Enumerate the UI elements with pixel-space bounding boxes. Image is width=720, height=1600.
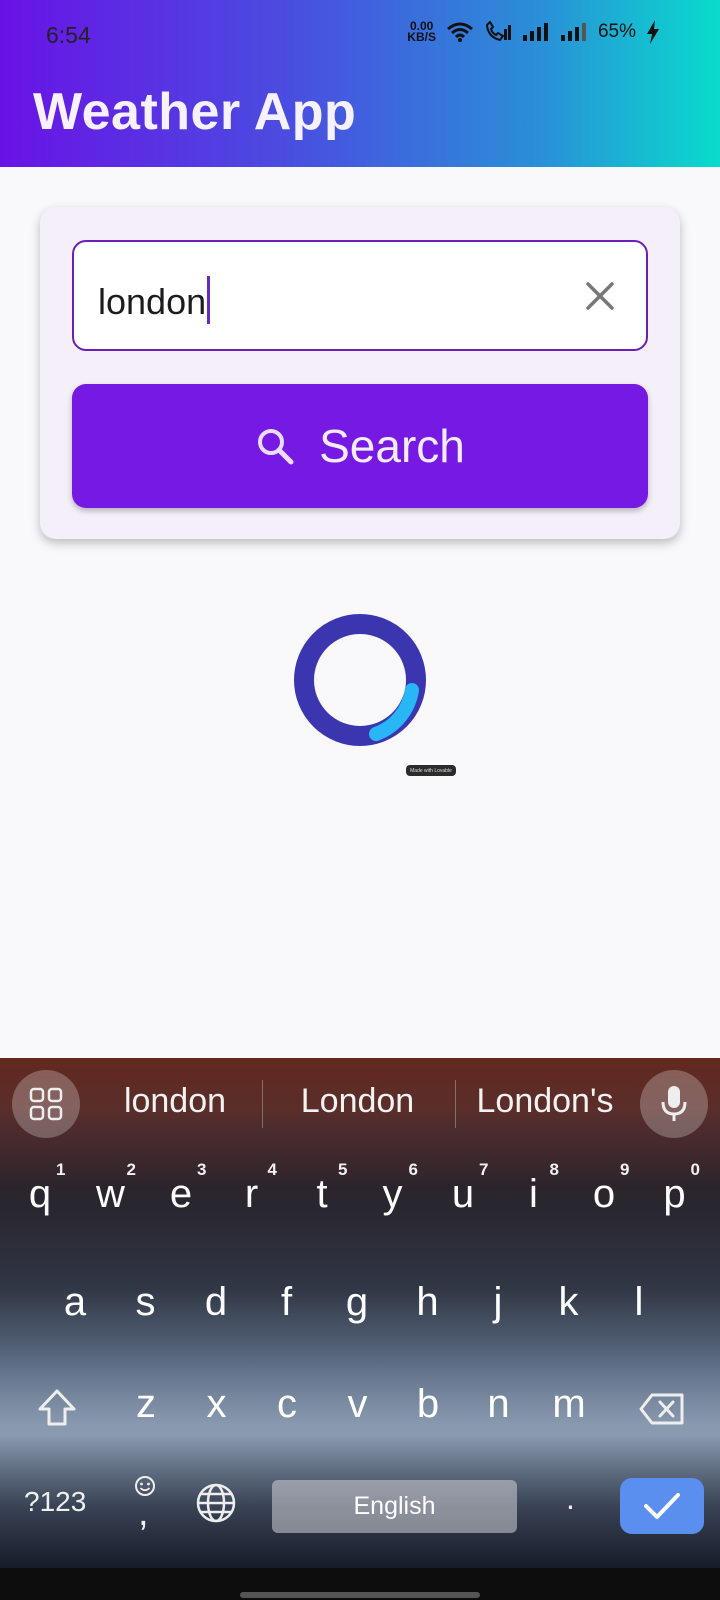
search-icon xyxy=(258,429,294,465)
comma-key[interactable]: , xyxy=(138,1492,149,1535)
key-b[interactable]: b xyxy=(393,1382,463,1427)
net-speed-unit: KB/S xyxy=(407,30,436,44)
signal-icon-2 xyxy=(560,23,586,41)
key-z[interactable]: z xyxy=(111,1382,181,1427)
key-hint-4: 4 xyxy=(267,1160,277,1179)
key-hint-0: 0 xyxy=(690,1160,700,1179)
key-s[interactable]: s xyxy=(111,1280,181,1325)
close-icon[interactable] xyxy=(582,278,618,314)
key-k[interactable]: k xyxy=(534,1280,604,1325)
key-hint-3: 3 xyxy=(197,1160,207,1179)
period-key[interactable]: . xyxy=(566,1480,575,1517)
key-hint-2: 2 xyxy=(126,1160,136,1179)
key-l[interactable]: l xyxy=(604,1280,674,1325)
backspace-icon[interactable] xyxy=(638,1392,686,1426)
key-m[interactable]: m xyxy=(534,1382,604,1427)
suggestion-divider xyxy=(455,1080,456,1128)
key-hint-6: 6 xyxy=(408,1160,418,1179)
key-d[interactable]: d xyxy=(181,1280,251,1325)
key-a[interactable]: a xyxy=(40,1280,110,1325)
key-hint-8: 8 xyxy=(549,1160,559,1179)
key-c[interactable]: c xyxy=(252,1382,322,1427)
key-f[interactable]: f xyxy=(252,1280,322,1325)
search-button-label: Search xyxy=(319,420,465,472)
key-hint-1: 1 xyxy=(56,1160,66,1179)
app-bar: 6:54 0.00 KB/S 65% Weather App xyxy=(0,0,720,167)
made-with-badge[interactable]: Made with Lovable xyxy=(406,765,456,776)
key-hint-9: 9 xyxy=(620,1160,630,1179)
search-input-value[interactable]: london xyxy=(98,276,211,324)
suggestion-2[interactable]: London xyxy=(280,1082,435,1121)
page-title: Weather App xyxy=(33,83,357,141)
charging-icon xyxy=(647,20,659,44)
suggestion-3[interactable]: London's xyxy=(465,1082,625,1121)
key-hint-7: 7 xyxy=(479,1160,489,1179)
globe-icon[interactable] xyxy=(195,1482,237,1524)
search-button[interactable]: Search xyxy=(72,384,648,508)
suggestion-divider xyxy=(262,1080,263,1128)
mic-icon[interactable] xyxy=(640,1070,708,1138)
call-signal-icon xyxy=(485,21,511,42)
shift-icon[interactable] xyxy=(36,1388,78,1428)
net-speed: 0.00 KB/S xyxy=(407,20,436,44)
home-gesture-pill[interactable] xyxy=(240,1592,480,1598)
suggestion-bar: london London London's xyxy=(0,1058,720,1148)
signal-icon xyxy=(522,23,548,41)
status-bar: 6:54 0.00 KB/S 65% xyxy=(0,0,720,70)
city-search-input[interactable]: london xyxy=(72,240,648,351)
key-j[interactable]: j xyxy=(463,1280,533,1325)
key-v[interactable]: v xyxy=(323,1382,393,1427)
grid-icon[interactable] xyxy=(12,1070,80,1138)
search-card: london Search xyxy=(40,207,680,539)
battery-percent: 65% xyxy=(597,21,636,42)
key-x[interactable]: x xyxy=(182,1382,252,1427)
key-g[interactable]: g xyxy=(322,1280,392,1325)
symbols-key[interactable]: ?123 xyxy=(24,1486,86,1518)
key-hint-5: 5 xyxy=(338,1160,348,1179)
wifi-icon xyxy=(447,22,473,42)
key-h[interactable]: h xyxy=(393,1280,463,1325)
status-icons: 0.00 KB/S 65% xyxy=(407,20,660,44)
check-icon xyxy=(644,1493,680,1519)
loading-spinner xyxy=(294,614,426,746)
status-time: 6:54 xyxy=(46,22,91,48)
key-n[interactable]: n xyxy=(464,1382,534,1427)
enter-key[interactable] xyxy=(620,1478,704,1534)
text-caret xyxy=(207,276,211,324)
space-key[interactable]: English xyxy=(272,1480,517,1533)
suggestion-1[interactable]: london xyxy=(100,1082,250,1121)
